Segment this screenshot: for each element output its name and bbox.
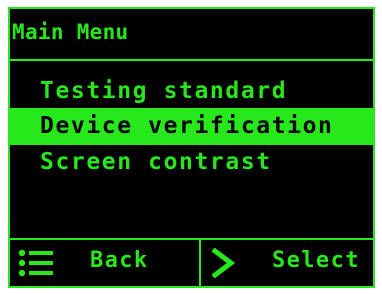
device-screen: Main Menu Testing standard Device verifi… bbox=[8, 7, 375, 288]
back-button-label: Back bbox=[90, 248, 149, 273]
chevron-right-icon bbox=[211, 248, 236, 278]
back-button[interactable]: Back bbox=[10, 240, 199, 286]
menu-item-label: Testing standard bbox=[40, 78, 288, 104]
menu-item-device-verification[interactable]: Device verification bbox=[10, 108, 373, 145]
list-icon bbox=[18, 249, 53, 277]
menu-item-label: Device verification bbox=[40, 113, 334, 139]
menu-item-testing-standard[interactable]: Testing standard bbox=[10, 73, 373, 110]
select-button[interactable]: Select bbox=[201, 240, 373, 286]
menu-item-screen-contrast[interactable]: Screen contrast bbox=[10, 144, 373, 181]
title-bar: Main Menu bbox=[10, 9, 373, 61]
select-button-label: Select bbox=[272, 248, 360, 273]
page-title: Main Menu bbox=[12, 20, 129, 44]
softkey-bar: Back Select bbox=[10, 238, 373, 286]
menu-item-label: Screen contrast bbox=[40, 149, 272, 175]
